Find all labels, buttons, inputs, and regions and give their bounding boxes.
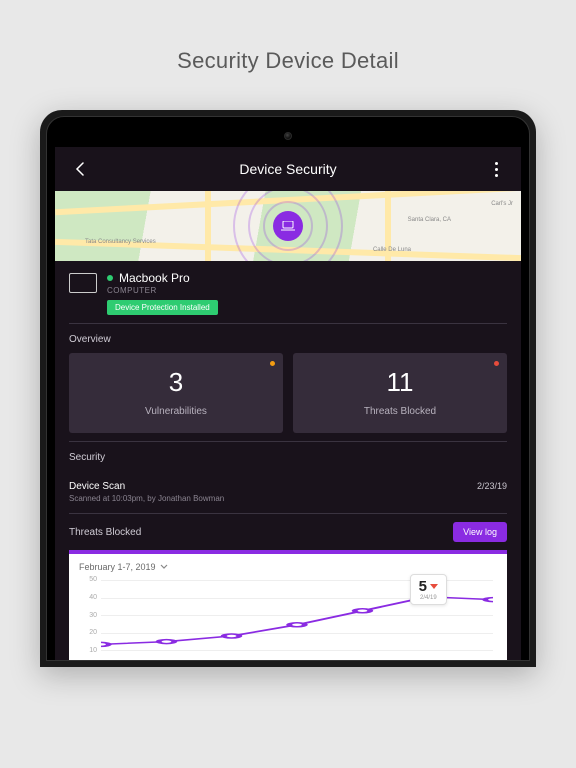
caret-down-icon	[430, 584, 438, 589]
scan-date: 2/23/19	[477, 481, 507, 491]
tablet-bezel: Device Security Tata Consultancy Service…	[46, 116, 530, 661]
camera-icon	[284, 132, 292, 140]
map-label: Santa Clara, CA	[408, 217, 451, 223]
location-radar-icon	[233, 191, 343, 261]
threats-line-chart[interactable]: 50 40 30 20 10	[79, 576, 497, 654]
status-dot-danger-icon	[494, 361, 499, 366]
vulnerabilities-card[interactable]: 3 Vulnerabilities	[69, 353, 283, 433]
overview-title: Overview	[69, 334, 507, 345]
laptop-icon	[69, 273, 97, 293]
header-title: Device Security	[95, 161, 481, 177]
threats-blocked-count: 11	[303, 367, 497, 398]
device-screen: Device Security Tata Consultancy Service…	[55, 147, 521, 660]
scan-title: Device Scan	[69, 481, 224, 492]
device-scan-row[interactable]: Device Scan Scanned at 10:03pm, by Jonat…	[55, 473, 521, 513]
more-menu-icon	[495, 162, 498, 165]
chart-tooltip: 5 2/4/19	[410, 574, 447, 605]
laptop-icon	[281, 221, 295, 231]
map-label: Tata Consultancy Services	[85, 239, 156, 245]
vulnerabilities-count: 3	[79, 367, 273, 398]
threats-blocked-section-header: Threats Blocked View log	[55, 514, 521, 550]
protection-installed-badge: Device Protection Installed	[107, 300, 218, 315]
page-title: Security Device Detail	[0, 0, 576, 110]
device-location-map[interactable]: Tata Consultancy Services Santa Clara, C…	[55, 191, 521, 261]
chart-y-axis: 50 40 30 20 10	[79, 576, 97, 654]
chart-date-range-selector[interactable]: February 1-7, 2019	[79, 562, 497, 572]
map-label: Calle De Luna	[373, 247, 411, 253]
security-section: Security	[55, 442, 521, 473]
tablet-frame: Device Security Tata Consultancy Service…	[40, 110, 536, 667]
tooltip-date: 2/4/19	[420, 595, 437, 601]
status-online-icon	[107, 275, 113, 281]
chevron-down-icon	[160, 564, 168, 570]
map-label: Carl's Jr	[491, 201, 513, 207]
vulnerabilities-label: Vulnerabilities	[79, 406, 273, 417]
tablet-camera-bar	[55, 125, 521, 147]
chevron-left-icon	[75, 162, 85, 176]
more-menu-button[interactable]	[481, 154, 511, 184]
device-type-label: COMPUTER	[107, 286, 218, 295]
security-title: Security	[69, 452, 507, 463]
tooltip-value: 5	[419, 578, 427, 595]
threats-blocked-label: Threats Blocked	[303, 406, 497, 417]
back-button[interactable]	[65, 154, 95, 184]
threats-blocked-card[interactable]: 11 Threats Blocked	[293, 353, 507, 433]
device-summary-row: Macbook Pro COMPUTER Device Protection I…	[55, 261, 521, 323]
chart-date-range: February 1-7, 2019	[79, 562, 156, 572]
overview-section: Overview 3 Vulnerabilities 11 Threats Bl…	[55, 324, 521, 441]
app-header: Device Security	[55, 147, 521, 191]
view-log-button[interactable]: View log	[453, 522, 507, 542]
threats-blocked-title: Threats Blocked	[69, 527, 141, 538]
threats-chart-card: February 1-7, 2019 50 40 30 20 10	[69, 550, 507, 660]
status-dot-warning-icon	[270, 361, 275, 366]
device-name: Macbook Pro	[119, 271, 190, 285]
scan-subtitle: Scanned at 10:03pm, by Jonathan Bowman	[69, 494, 224, 503]
